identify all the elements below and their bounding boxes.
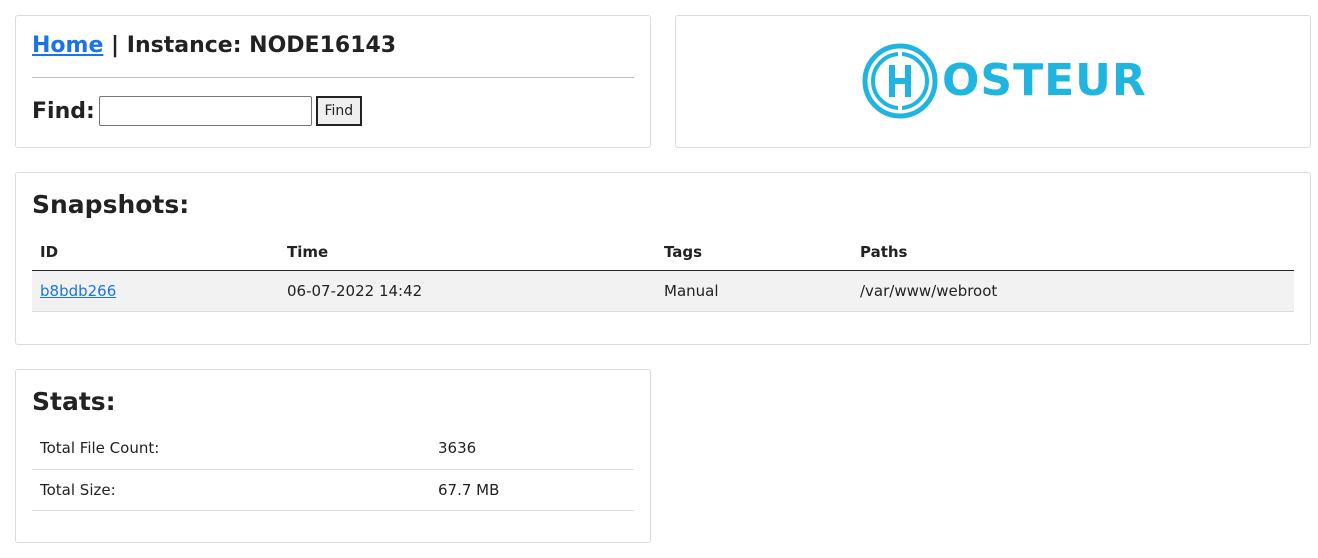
snapshots-header-row: ID Time Tags Paths — [32, 235, 1294, 271]
home-link[interactable]: Home — [32, 33, 103, 58]
logo-text: OSTEUR — [942, 55, 1147, 106]
stat-value: 67.7 MB — [430, 469, 634, 511]
instance-id: NODE16143 — [249, 33, 397, 58]
stats-title: Stats: — [32, 387, 116, 416]
snapshot-tags-cell: Manual — [656, 270, 852, 312]
column-header-paths: Paths — [852, 235, 1294, 271]
table-row: Total Size: 67.7 MB — [32, 469, 634, 511]
stats-card: Stats: Total File Count: 3636 Total Size… — [15, 369, 651, 543]
stat-label: Total File Count: — [32, 428, 430, 470]
find-input[interactable] — [98, 96, 312, 126]
hosteur-logo: OSTEUR — [862, 43, 1147, 119]
instance-label: Instance: — [126, 33, 242, 58]
snapshots-table: ID Time Tags Paths b8bdb266 06-07-2022 1… — [32, 235, 1294, 312]
snapshot-paths-cell: /var/www/webroot — [852, 270, 1294, 312]
header-card: Home | Instance: NODE16143 Find: Find — [15, 15, 651, 148]
column-header-id: ID — [32, 235, 279, 271]
snapshots-card: Snapshots: ID Time Tags Paths b8bdb266 0… — [15, 172, 1311, 345]
find-button[interactable]: Find — [315, 96, 362, 126]
table-row: Total File Count: 3636 — [32, 428, 634, 470]
stats-table: Total File Count: 3636 Total Size: 67.7 … — [32, 428, 634, 511]
snapshots-title: Snapshots: — [32, 190, 190, 219]
stat-label: Total Size: — [32, 469, 430, 511]
heading-separator: | — [111, 33, 120, 58]
logo-h-emblem-icon — [862, 43, 938, 119]
header-divider — [32, 77, 634, 78]
stat-value: 3636 — [430, 428, 634, 470]
find-label: Find: — [32, 98, 95, 124]
column-header-tags: Tags — [656, 235, 852, 271]
snapshot-id-cell: b8bdb266 — [32, 270, 279, 312]
page-heading: Home | Instance: NODE16143 — [32, 33, 396, 58]
column-header-time: Time — [279, 235, 656, 271]
table-row: b8bdb266 06-07-2022 14:42 Manual /var/ww… — [32, 270, 1294, 312]
logo-card: OSTEUR — [675, 15, 1311, 148]
snapshot-time-cell: 06-07-2022 14:42 — [279, 270, 656, 312]
snapshot-id-link[interactable]: b8bdb266 — [40, 282, 116, 300]
find-form: Find: Find — [32, 96, 362, 126]
